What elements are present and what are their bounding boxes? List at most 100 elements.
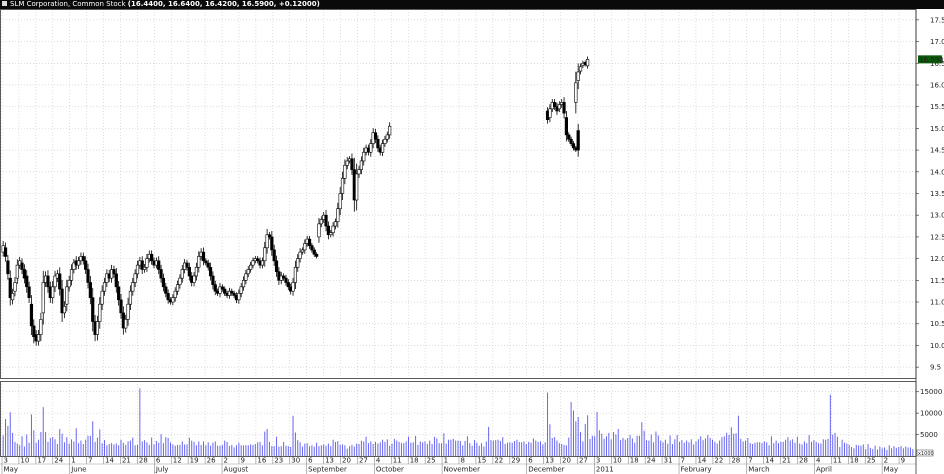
candle-body xyxy=(185,262,189,268)
candle-body xyxy=(36,334,41,342)
window-title: SLM Corporation, Common Stock xyxy=(10,0,126,8)
volume-tick-label: 15000 xyxy=(920,388,942,396)
day-tick-label: 15 xyxy=(477,457,486,465)
candle-body xyxy=(260,260,265,266)
candle-body xyxy=(244,273,248,281)
price-tick-label: 13.0 xyxy=(930,212,944,220)
day-tick-label: 31 xyxy=(664,457,673,465)
candle-body xyxy=(548,108,552,118)
price-tick-label: 15.5 xyxy=(930,103,944,111)
day-tick-label: 14 xyxy=(697,457,706,465)
candle-body xyxy=(564,117,569,136)
candle-body xyxy=(194,266,199,277)
candle-body xyxy=(201,251,206,262)
candle-body xyxy=(69,269,74,281)
day-tick-label: 1 xyxy=(444,457,448,465)
month-label: August xyxy=(224,466,249,474)
candle-body xyxy=(178,277,182,285)
day-tick-label: 24 xyxy=(647,457,656,465)
price-tick-label: 14.0 xyxy=(930,168,944,176)
candle-body xyxy=(112,269,116,275)
candle-body xyxy=(567,134,571,140)
candle-body xyxy=(208,266,213,277)
candle-body xyxy=(251,260,255,266)
candle-body xyxy=(65,286,69,305)
ohlc-stats: (16.4400, 16.6400, 16.4200, 16.5900, +0.… xyxy=(127,0,320,8)
month-label: June xyxy=(70,466,86,474)
candle-body xyxy=(576,130,580,151)
window-menu-icon[interactable] xyxy=(2,1,7,6)
candle-body xyxy=(84,260,88,270)
day-tick-label: 18 xyxy=(630,457,639,465)
candle-body xyxy=(338,193,342,209)
volume-tick-label: 5000 xyxy=(920,431,938,439)
candle-body xyxy=(133,273,137,283)
candle-body xyxy=(274,260,279,272)
candle-body xyxy=(232,293,236,296)
candle-body xyxy=(39,319,43,335)
candle-body xyxy=(362,151,366,162)
price-tick-label: 9.5 xyxy=(930,364,941,372)
candle-body xyxy=(333,221,338,227)
month-label: December xyxy=(528,466,564,474)
candle-body xyxy=(340,178,345,194)
day-tick-label: 9 xyxy=(901,457,905,465)
day-tick-label: 22 xyxy=(494,457,503,465)
price-tick-label: 12.5 xyxy=(930,233,944,241)
candle-body xyxy=(286,282,290,288)
candle-body xyxy=(166,293,170,301)
candle-body xyxy=(272,249,276,262)
candle-body xyxy=(239,286,243,294)
candle-body xyxy=(329,232,333,236)
candle-body xyxy=(284,277,288,283)
candle-body xyxy=(91,297,95,322)
candle-body xyxy=(62,306,67,314)
candle-body xyxy=(46,275,50,288)
candle-body xyxy=(88,282,92,298)
candle-body xyxy=(81,256,85,262)
candle-body xyxy=(213,284,217,292)
candle-body xyxy=(331,225,335,233)
candle-body xyxy=(249,264,253,270)
candle-body xyxy=(145,258,149,268)
price-tick-label: 13.5 xyxy=(930,190,944,198)
candle-body xyxy=(355,173,359,201)
candle-body xyxy=(41,282,45,314)
chart-canvas[interactable]: 9.5 10.0 10.5 11.0 11.5 12.0 12.5 13.0 13.5 14.0 1… xyxy=(0,9,944,474)
candle-body xyxy=(246,269,250,275)
volume-tick-label: 10000 xyxy=(920,410,942,418)
candle-body xyxy=(150,253,154,262)
day-tick-label: 4 xyxy=(376,457,381,465)
day-tick-label: 14 xyxy=(105,457,114,465)
candle-body xyxy=(98,303,102,322)
candle-body xyxy=(310,245,314,251)
day-tick-label: 25 xyxy=(867,457,876,465)
candle-body xyxy=(197,256,201,268)
candle-body xyxy=(58,273,62,290)
day-tick-label: 28 xyxy=(799,457,808,465)
month-label: April xyxy=(816,466,832,474)
candle-body xyxy=(293,266,297,283)
month-label: 2011 xyxy=(596,466,614,474)
candle-body xyxy=(578,66,583,72)
month-label: March xyxy=(748,466,769,474)
candle-body xyxy=(6,260,10,275)
candle-body xyxy=(164,286,168,294)
day-tick-label: 20 xyxy=(342,457,351,465)
candle-body xyxy=(267,234,272,238)
candle-body xyxy=(256,258,260,262)
day-tick-label: 22 xyxy=(714,457,723,465)
candle-body xyxy=(128,290,133,305)
candle-body xyxy=(100,290,104,305)
candle-body xyxy=(51,286,55,298)
day-tick-label: 6 xyxy=(528,457,533,465)
price-tick-label: 17.0 xyxy=(930,38,944,46)
candle-body xyxy=(569,138,573,144)
candle-body xyxy=(187,266,191,277)
candle-body xyxy=(317,223,321,238)
candle-body xyxy=(388,125,392,136)
candle-body xyxy=(576,71,580,81)
candle-body xyxy=(25,275,29,288)
candle-body xyxy=(13,282,17,292)
candle-body xyxy=(230,290,234,294)
